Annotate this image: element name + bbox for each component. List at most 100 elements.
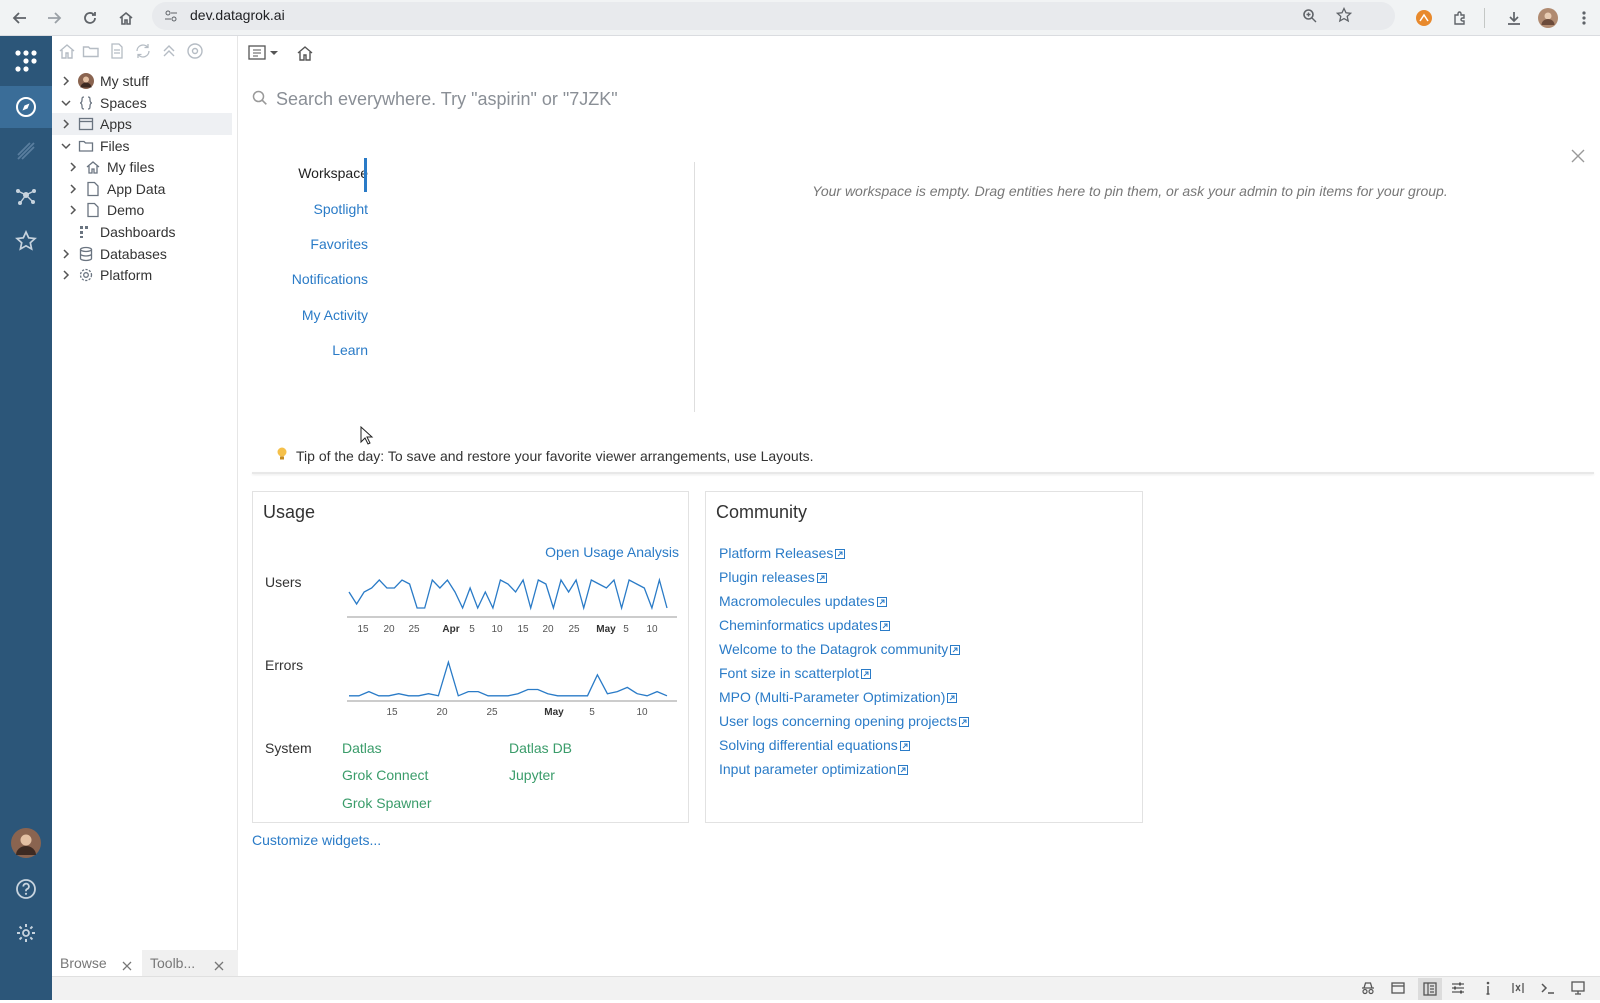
system-link-grok-connect[interactable]: Grok Connect	[342, 767, 428, 783]
global-search[interactable]: Search everywhere. Try "aspirin" or "7JZ…	[252, 84, 952, 114]
axis-tick-label: May	[596, 624, 616, 635]
favorites-star-icon[interactable]	[0, 220, 52, 262]
browse-panel-toggle-icon[interactable]	[1418, 978, 1442, 1000]
datagrok-logo-icon[interactable]	[0, 40, 52, 82]
pipelines-icon[interactable]	[0, 130, 52, 172]
presentation-icon[interactable]	[1570, 980, 1588, 998]
community-link[interactable]: MPO (Multi-Parameter Optimization)	[719, 689, 958, 705]
home-icon[interactable]	[296, 44, 314, 65]
nav-workspace[interactable]: Workspace	[298, 165, 368, 181]
community-link-label: Font size in scatterplot	[719, 665, 860, 681]
incognito-icon[interactable]	[1360, 980, 1378, 998]
community-link-label: Cheminformatics updates	[719, 617, 878, 633]
community-link[interactable]: Input parameter optimization	[719, 761, 909, 777]
zoom-icon[interactable]	[1302, 8, 1318, 27]
tree-item-dashboards[interactable]: Dashboards	[52, 221, 232, 243]
browser-toolbar: dev.datagrok.ai	[0, 0, 1600, 36]
tree-item-my-stuff[interactable]: My stuff	[52, 70, 232, 92]
tree-item-files[interactable]: Files	[52, 135, 232, 157]
home-icon[interactable]	[58, 42, 78, 62]
chevron-down-icon[interactable]	[60, 97, 72, 109]
sliders-icon[interactable]	[1450, 980, 1468, 998]
community-link[interactable]: Font size in scatterplot	[719, 665, 872, 681]
tree-item-demo[interactable]: Demo	[52, 199, 232, 221]
external-link-icon	[876, 597, 887, 607]
browse-compass-icon[interactable]	[0, 86, 52, 128]
chevron-down-icon[interactable]	[60, 140, 72, 152]
community-link[interactable]: Macromolecules updates	[719, 593, 887, 609]
open-folder-icon[interactable]	[82, 42, 102, 62]
axis-tick-label: 5	[469, 624, 475, 635]
errors-label: Errors	[265, 657, 304, 673]
browser-menu-icon[interactable]	[1570, 4, 1598, 32]
collapse-all-icon[interactable]	[160, 42, 180, 62]
settings-gear-icon[interactable]	[0, 912, 52, 954]
nav-notifications[interactable]: Notifications	[292, 271, 368, 287]
nav-favorites[interactable]: Favorites	[310, 236, 368, 252]
variables-icon[interactable]	[1510, 980, 1528, 998]
open-usage-analysis-link[interactable]: Open Usage Analysis	[545, 544, 679, 560]
user-avatar[interactable]	[0, 822, 52, 864]
community-link[interactable]: Cheminformatics updates	[719, 617, 890, 633]
close-icon[interactable]	[122, 958, 132, 974]
site-info-icon[interactable]	[164, 9, 178, 26]
help-icon[interactable]	[0, 868, 52, 910]
community-link[interactable]: Platform Releases	[719, 545, 846, 561]
info-icon[interactable]	[1480, 980, 1498, 998]
system-link-datlas[interactable]: Datlas	[342, 740, 382, 756]
close-icon[interactable]	[1570, 148, 1588, 166]
layout-switcher-icon[interactable]	[248, 44, 288, 65]
tree-item-platform[interactable]: Platform	[52, 264, 232, 286]
back-icon[interactable]	[6, 4, 34, 32]
chevron-right-icon[interactable]	[67, 161, 79, 173]
nav-learn[interactable]: Learn	[332, 342, 368, 358]
home-icon[interactable]	[112, 4, 140, 32]
nav-my-activity[interactable]: My Activity	[302, 307, 368, 323]
tab-browse[interactable]: Browse	[52, 950, 140, 976]
tree-item-databases[interactable]: Databases	[52, 243, 232, 265]
chevron-right-icon[interactable]	[60, 248, 72, 260]
search-input[interactable]: Search everywhere. Try "aspirin" or "7JZ…	[276, 89, 618, 110]
search-icon	[252, 90, 268, 109]
system-link-jupyter[interactable]: Jupyter	[509, 767, 555, 783]
folder-icon	[78, 138, 94, 154]
reload-icon[interactable]	[76, 4, 104, 32]
external-link-icon	[950, 645, 961, 655]
profile-avatar-icon[interactable]	[1534, 4, 1562, 32]
system-link-grok-spawner[interactable]: Grok Spawner	[342, 795, 431, 811]
window-icon[interactable]	[1390, 980, 1408, 998]
locate-icon[interactable]	[186, 42, 206, 62]
tree-item-spaces[interactable]: Spaces	[52, 92, 232, 114]
chevron-right-icon[interactable]	[60, 118, 72, 130]
address-bar[interactable]: dev.datagrok.ai	[152, 2, 1395, 30]
tab-toolbox[interactable]: Toolb...	[142, 950, 238, 976]
system-link-datlas-db[interactable]: Datlas DB	[509, 740, 572, 756]
community-link[interactable]: Solving differential equations	[719, 737, 910, 753]
toolbar-divider	[1484, 8, 1485, 28]
extensions-puzzle-icon[interactable]	[1446, 4, 1474, 32]
community-link-label: MPO (Multi-Parameter Optimization)	[719, 689, 946, 705]
tree-item-my-files[interactable]: My files	[52, 156, 232, 178]
community-link[interactable]: Welcome to the Datagrok community	[719, 641, 961, 657]
chevron-right-icon[interactable]	[60, 75, 72, 87]
refresh-icon[interactable]	[134, 42, 154, 62]
chevron-right-icon[interactable]	[67, 204, 79, 216]
chevron-right-icon[interactable]	[67, 183, 79, 195]
active-nav-indicator	[364, 158, 367, 192]
bookmark-star-icon[interactable]	[1335, 6, 1353, 26]
new-document-icon[interactable]	[108, 42, 128, 62]
community-link[interactable]: User logs concerning opening projects	[719, 713, 970, 729]
axis-tick-label: 25	[568, 624, 580, 635]
download-icon[interactable]	[1500, 4, 1528, 32]
console-icon[interactable]	[1540, 980, 1558, 998]
forward-icon[interactable]	[40, 4, 68, 32]
customize-widgets-link[interactable]: Customize widgets...	[252, 832, 381, 848]
network-icon[interactable]	[0, 174, 52, 216]
tree-item-apps[interactable]: Apps	[52, 113, 232, 135]
extension-avatar-icon[interactable]	[1410, 4, 1438, 32]
chevron-right-icon[interactable]	[60, 269, 72, 281]
tree-item-app-data[interactable]: App Data	[52, 178, 232, 200]
community-link[interactable]: Plugin releases	[719, 569, 827, 585]
close-icon[interactable]	[214, 958, 224, 974]
nav-spotlight[interactable]: Spotlight	[314, 201, 368, 217]
